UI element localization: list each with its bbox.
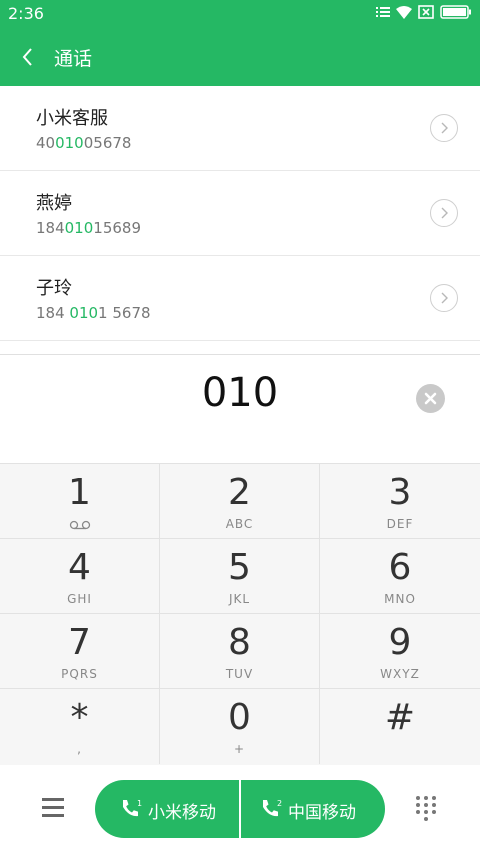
call-sim1-label: 小米移动	[148, 803, 216, 823]
match-highlight: 010	[64, 219, 94, 237]
call-sim2-button[interactable]: 2 中国移动	[241, 780, 385, 838]
notification-list-icon	[376, 7, 390, 17]
contact-row[interactable]: 子玲 184 0101 5678	[0, 256, 480, 341]
contact-name: 小米客服	[36, 108, 108, 129]
key-6[interactable]: 6 MNO	[320, 539, 480, 614]
key-5[interactable]: 5 JKL	[160, 539, 320, 614]
match-highlight: 010	[55, 134, 84, 152]
key-letters: GHI	[67, 592, 92, 606]
dialpad: 1 2 ABC 3 DEF 4 GHI 5 JKL 6 MNO 7 PQRS 8…	[0, 463, 480, 766]
status-bar: 2:36	[0, 0, 480, 28]
key-letters: JKL	[228, 592, 251, 606]
key-letters: +	[233, 742, 246, 756]
contact-detail-button[interactable]	[430, 114, 458, 142]
contact-detail-button[interactable]	[430, 199, 458, 227]
match-highlight: 010	[69, 304, 99, 322]
svg-text:1: 1	[137, 799, 142, 808]
divider	[0, 354, 480, 355]
key-7[interactable]: 7 PQRS	[0, 614, 160, 689]
contact-number: 184 0101 5678	[36, 304, 151, 322]
key-digit: 1	[68, 472, 91, 513]
key-letters: DEF	[386, 517, 414, 531]
clear-icon	[424, 392, 437, 405]
dial-input[interactable]: 010	[0, 370, 480, 416]
no-sim-icon	[418, 5, 434, 19]
key-digit: #	[384, 697, 416, 738]
chevron-right-icon	[441, 122, 448, 134]
key-digit: 0	[228, 697, 251, 738]
chevron-right-icon	[441, 207, 448, 219]
status-icons	[376, 5, 472, 19]
menu-icon[interactable]	[42, 798, 64, 818]
key-2[interactable]: 2 ABC	[160, 464, 320, 539]
contact-row[interactable]: 小米客服 4001005678	[0, 86, 480, 171]
key-letters: MNO	[384, 592, 416, 606]
call-sim1-button[interactable]: 1 小米移动	[95, 780, 240, 838]
clear-button[interactable]	[416, 384, 445, 413]
key-hash[interactable]: #	[320, 689, 480, 764]
key-digit: 4	[68, 547, 91, 588]
contact-number: 4001005678	[36, 134, 132, 152]
key-digit: 8	[228, 622, 251, 663]
key-4[interactable]: 4 GHI	[0, 539, 160, 614]
contact-detail-button[interactable]	[430, 284, 458, 312]
key-9[interactable]: 9 WXYZ	[320, 614, 480, 689]
contact-number: 18401015689	[36, 219, 141, 237]
bottom-bar: 1 小米移动 2 中国移动	[0, 765, 480, 853]
phone-icon: 2	[263, 799, 282, 817]
key-digit: *	[70, 697, 89, 738]
key-8[interactable]: 8 TUV	[160, 614, 320, 689]
key-1[interactable]: 1	[0, 464, 160, 539]
key-digit: 7	[68, 622, 91, 663]
chevron-left-icon	[22, 48, 32, 66]
battery-icon	[440, 5, 471, 19]
page-title: 通话	[54, 48, 93, 70]
call-buttons: 1 小米移动 2 中国移动	[95, 780, 385, 838]
key-letters: WXYZ	[380, 667, 420, 681]
key-3[interactable]: 3 DEF	[320, 464, 480, 539]
key-digit: 9	[388, 622, 412, 663]
key-letters: PQRS	[61, 667, 98, 681]
wifi-icon	[396, 5, 412, 19]
status-time: 2:36	[8, 4, 44, 23]
key-digit: 2	[228, 472, 251, 513]
voicemail-icon	[69, 520, 91, 530]
svg-text:2: 2	[277, 799, 282, 808]
phone-icon: 1	[123, 799, 142, 817]
contact-row[interactable]: 燕婷 18401015689	[0, 171, 480, 256]
chevron-right-icon	[441, 292, 448, 304]
key-letters: TUV	[225, 667, 254, 681]
key-letters: ABC	[225, 517, 254, 531]
back-button[interactable]	[16, 42, 40, 72]
key-digit: 6	[388, 547, 412, 588]
key-letters: ,	[77, 742, 82, 756]
call-sim2-label: 中国移动	[288, 803, 356, 823]
dialpad-icon[interactable]	[416, 796, 438, 822]
contact-name: 燕婷	[36, 193, 72, 214]
key-digit: 3	[388, 472, 412, 513]
key-0[interactable]: 0 +	[160, 689, 320, 764]
key-digit: 5	[228, 547, 251, 588]
app-bar: 通话	[0, 28, 480, 86]
contact-name: 子玲	[36, 278, 72, 299]
key-star[interactable]: * ,	[0, 689, 160, 764]
